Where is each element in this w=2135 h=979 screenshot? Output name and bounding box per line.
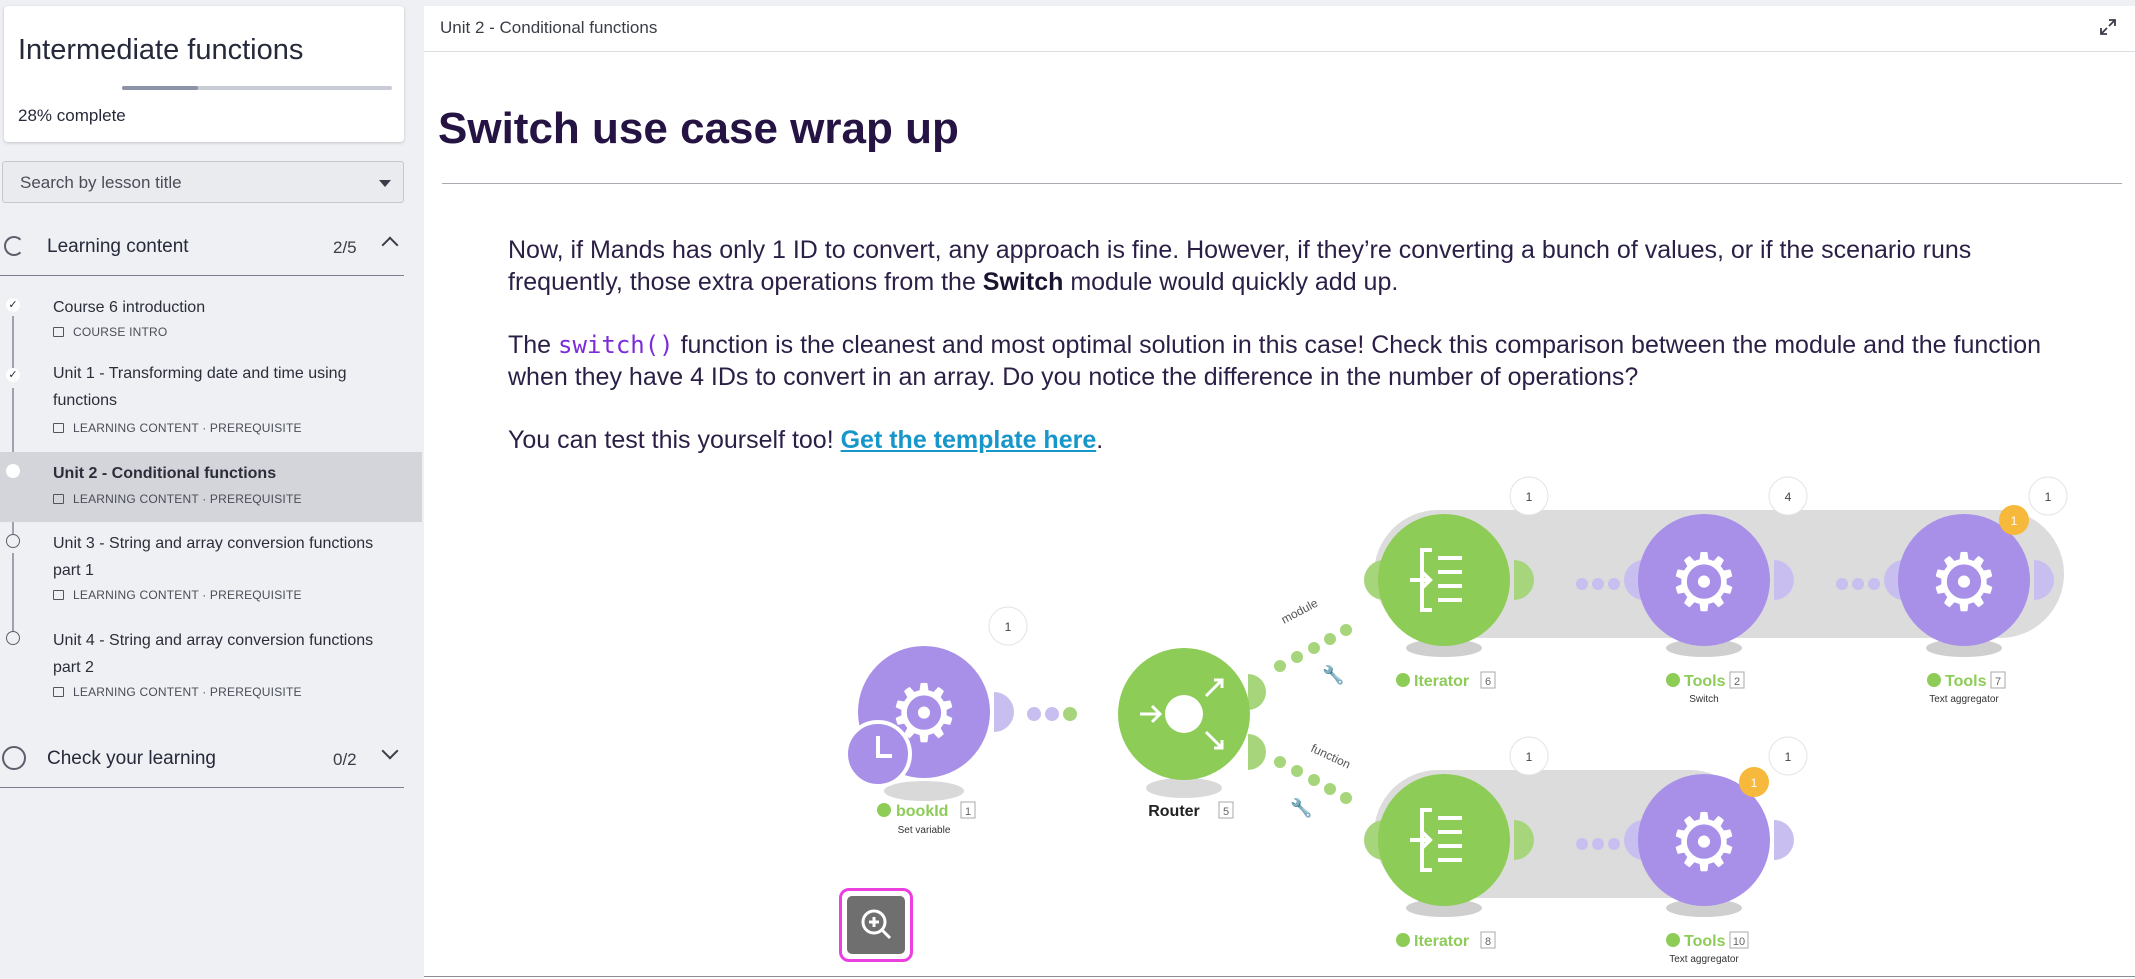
lesson-item[interactable]: ✓ Unit 1 - Transforming date and time us… (0, 358, 422, 446)
image-zoom-button[interactable] (839, 888, 913, 962)
progress-text: 28% complete (18, 106, 126, 126)
course-title: Intermediate functions (18, 34, 304, 66)
lesson-content-panel: Unit 2 - Conditional functions Switch us… (424, 6, 2135, 979)
course-progress-card: Intermediate functions 28% complete (4, 6, 404, 142)
lesson-search-dropdown[interactable]: Search by lesson title (2, 161, 404, 203)
node-label: Tools (1945, 673, 1987, 690)
lesson-meta: LEARNING CONTENT · PREREQUISITE (53, 685, 302, 699)
connector-dots (1027, 707, 1077, 721)
node-sublabel: Switch (1689, 694, 1718, 705)
node-router[interactable]: Router 5 (1118, 648, 1266, 820)
slides-icon (53, 687, 64, 697)
lesson-title: Unit 1 - Transforming date and time usin… (53, 365, 347, 409)
lesson-title: Unit 3 - String and array conversion fun… (53, 535, 374, 579)
section-count: 2/5 (333, 238, 357, 257)
lesson-item[interactable]: Unit 3 - String and array conversion fun… (0, 528, 422, 618)
section-progress-ring-icon (2, 746, 26, 770)
progress-label: complete (56, 106, 126, 125)
node-label: Tools (1684, 933, 1726, 950)
aggregation-badge: 1 (2011, 514, 2018, 528)
slides-icon (53, 494, 64, 504)
incomplete-circle-icon (6, 534, 20, 548)
lesson-title: Course 6 introduction (53, 299, 206, 316)
lesson-meta-text: LEARNING CONTENT · PREREQUISITE (73, 685, 302, 699)
section-learning-content[interactable]: Learning content 2/5 (0, 216, 404, 276)
lesson-item[interactable]: Unit 4 - String and array conversion fun… (0, 625, 422, 715)
node-label: Iterator (1414, 933, 1469, 950)
node-label: Tools (1684, 673, 1726, 690)
node-iterator[interactable]: 1 Iterator 6 (1364, 476, 1549, 690)
operations-bubble: 1 (1526, 750, 1533, 764)
current-lesson-dot-icon (6, 464, 20, 478)
filter-wrench-icon[interactable]: 🔧 (1322, 664, 1344, 685)
node-iterator[interactable]: 1 Iterator 8 (1364, 736, 1549, 950)
node-number: 10 (1733, 936, 1745, 948)
slides-icon (53, 590, 64, 600)
lesson-item-current[interactable]: Unit 2 - Conditional functions LEARNING … (0, 452, 422, 522)
operations-bubble: 1 (1005, 620, 1012, 634)
document-icon (53, 327, 64, 337)
filter-wrench-icon[interactable]: 🔧 (1290, 797, 1312, 818)
node-label: Iterator (1414, 673, 1469, 690)
lesson-meta: LEARNING CONTENT · PREREQUISITE (53, 492, 302, 506)
tools-icon: ⚙ (1668, 538, 1740, 627)
lesson-meta-text: LEARNING CONTENT · PREREQUISITE (73, 421, 302, 435)
section-title: Check your learning (47, 748, 216, 769)
lesson-meta-text: LEARNING CONTENT · PREREQUISITE (73, 588, 302, 602)
tools-icon: ⚙ (1668, 798, 1740, 887)
zoom-in-icon (847, 896, 905, 954)
route-label-function: function (1309, 741, 1353, 771)
node-number: 2 (1734, 676, 1740, 688)
operations-bubble: 1 (1526, 490, 1533, 504)
node-number: 8 (1485, 936, 1491, 948)
section-title: Learning content (47, 236, 189, 257)
completed-check-icon: ✓ (6, 298, 20, 312)
lesson-meta-text: COURSE INTRO (73, 325, 168, 339)
completed-check-icon: ✓ (6, 368, 20, 382)
operations-bubble: 1 (1785, 750, 1792, 764)
dropdown-caret-icon (379, 180, 391, 187)
content-bottom-divider (424, 976, 2135, 977)
node-number: 7 (1995, 676, 2001, 688)
lesson-item[interactable]: ✓ Course 6 introduction COURSE INTRO (0, 290, 422, 352)
section-count: 0/2 (333, 750, 357, 769)
node-label: Router (1148, 803, 1200, 820)
progress-bar-fill (122, 86, 198, 90)
scenario-diagram: module function 🔧 🔧 ⚙ 1 bookId 1 Set var… (844, 476, 2068, 965)
lesson-meta: LEARNING CONTENT · PREREQUISITE (53, 588, 302, 602)
section-progress-ring-icon (4, 236, 24, 256)
route-label-module: module (1279, 596, 1321, 627)
incomplete-circle-icon (6, 631, 20, 645)
aggregation-badge: 1 (1751, 776, 1758, 790)
node-label: bookId (896, 803, 948, 820)
search-placeholder: Search by lesson title (20, 173, 182, 192)
course-sidebar: Intermediate functions 28% complete Sear… (0, 0, 422, 979)
node-sublabel: Text aggregator (1929, 694, 1999, 705)
progress-percent: 28% (18, 106, 53, 125)
chevron-up-icon[interactable] (381, 236, 399, 254)
slides-icon (53, 423, 64, 433)
node-number: 6 (1485, 676, 1491, 688)
node-number: 1 (965, 806, 971, 818)
tools-icon: ⚙ (1928, 538, 2000, 627)
node-sublabel: Set variable (898, 825, 951, 836)
operations-bubble: 1 (2045, 490, 2052, 504)
lesson-meta: COURSE INTRO (53, 325, 167, 339)
node-number: 5 (1223, 806, 1229, 818)
progress-bar (122, 86, 392, 90)
node-bookid[interactable]: ⚙ 1 bookId 1 Set variable (844, 606, 1028, 836)
operations-bubble: 4 (1785, 490, 1792, 504)
chevron-down-icon[interactable] (381, 742, 399, 760)
lesson-meta-text: LEARNING CONTENT · PREREQUISITE (73, 492, 302, 506)
node-sublabel: Text aggregator (1669, 954, 1739, 965)
lesson-title: Unit 4 - String and array conversion fun… (53, 632, 374, 676)
lesson-meta: LEARNING CONTENT · PREREQUISITE (53, 421, 302, 435)
section-check-your-learning[interactable]: Check your learning 0/2 (0, 728, 404, 788)
lesson-title: Unit 2 - Conditional functions (53, 465, 277, 482)
